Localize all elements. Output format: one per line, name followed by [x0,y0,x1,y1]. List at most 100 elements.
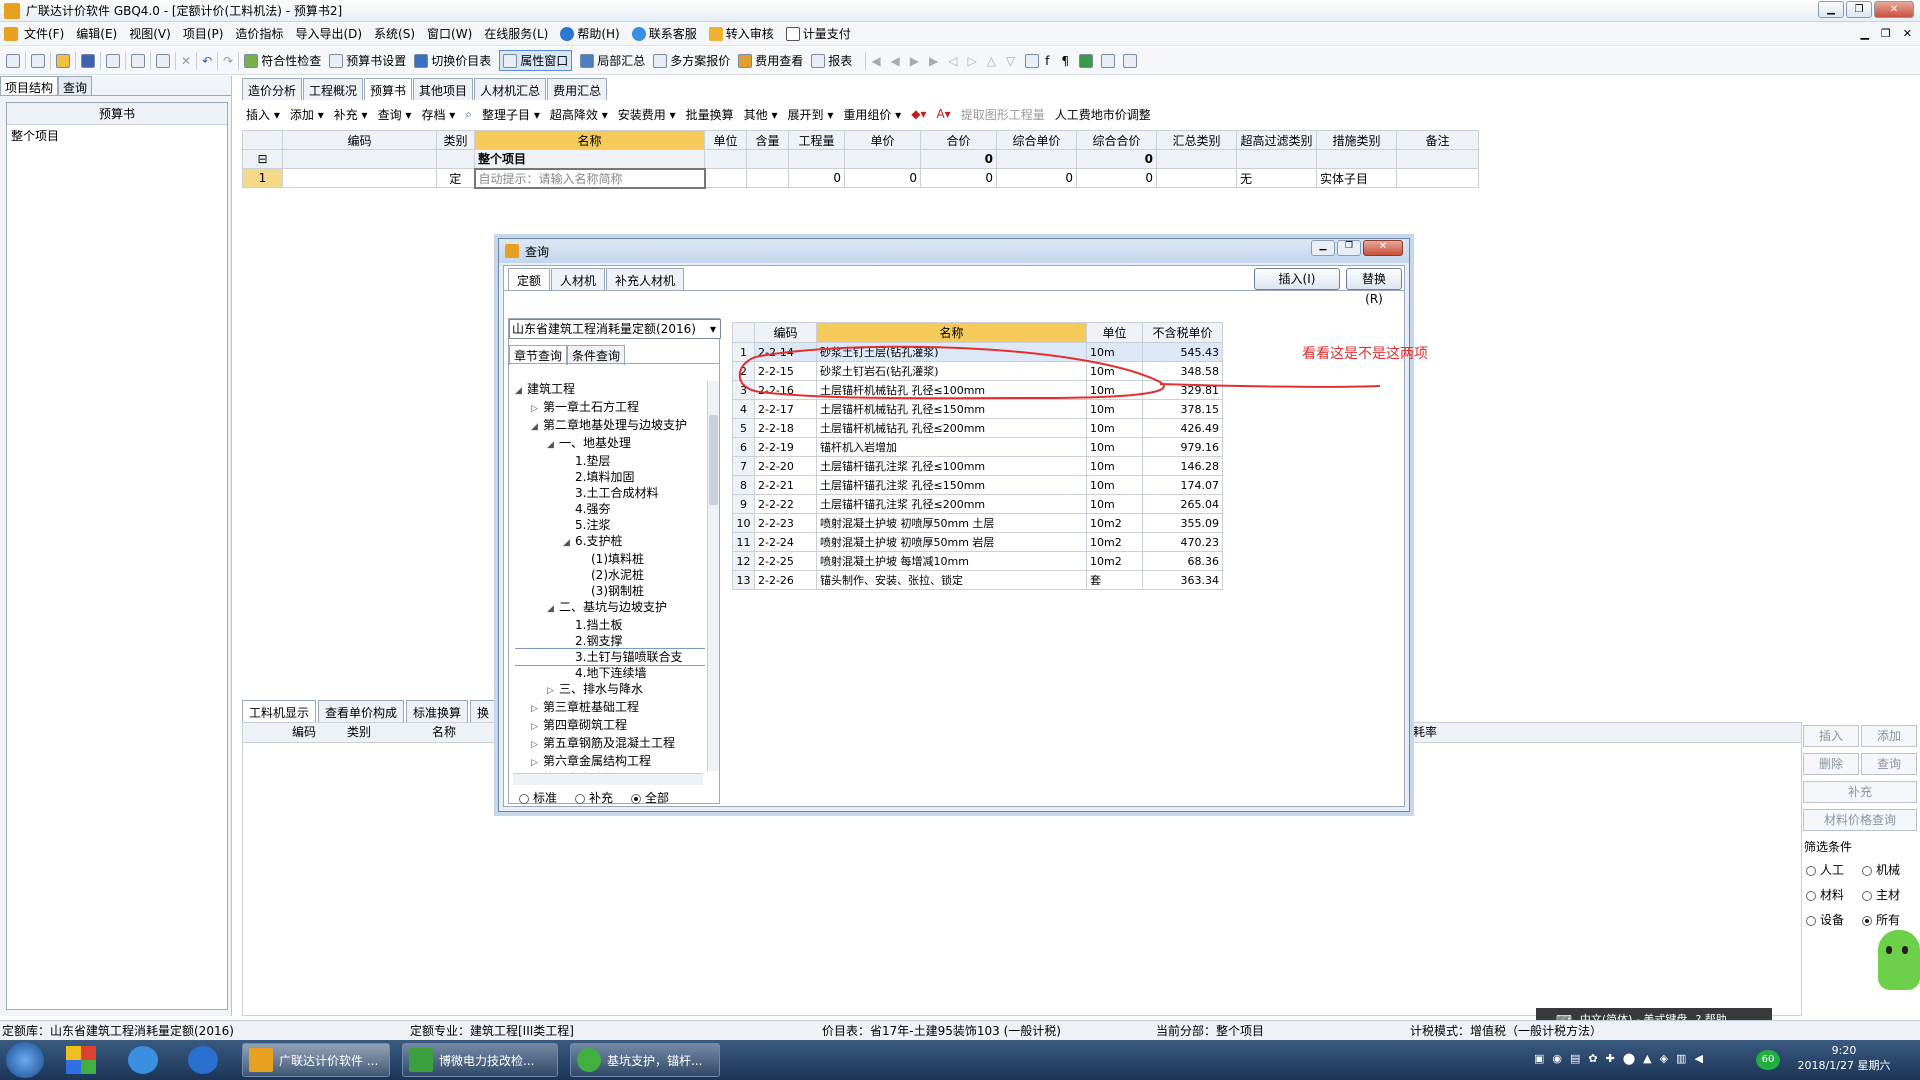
material-price-query-button[interactable]: 材料价格查询 [1803,809,1917,831]
table-row[interactable]: 6 2-2-19 锚杆机入岩增加 10m 979.16 [732,437,1223,457]
menu-file[interactable]: 文件(F) [24,25,64,42]
grid-icon[interactable] [1025,53,1040,68]
replace-button[interactable]: 替换(R) [1346,268,1402,306]
open-icon[interactable] [56,53,70,68]
insert-button[interactable]: 插入(I) [1254,268,1340,290]
tree-item[interactable]: ◢ 一、地基处理 [515,435,705,453]
tree-item[interactable]: 1.挡土板 [515,617,705,633]
menu-import-export[interactable]: 导入导出(D) [295,25,362,42]
expand-icon[interactable]: ▷ [531,701,543,717]
switch-price-table-button[interactable]: 切换价目表 [414,52,491,69]
radio-all[interactable]: 全部 [631,789,669,806]
query-menu[interactable]: 查询 ▾ [378,106,412,123]
tree-item[interactable]: 4.地下连续墙 [515,665,705,681]
dialog-minimize-button[interactable]: ▁ [1311,240,1335,256]
delete-icon[interactable]: ✕ [181,54,191,68]
tree-item[interactable]: 2.填料加固 [515,469,705,485]
menu-project[interactable]: 项目(P) [183,25,224,42]
font-color-icon[interactable]: A▾ [936,107,950,121]
tree-hscrollbar[interactable] [513,773,703,785]
radio-supplement[interactable]: 补充 [575,789,613,806]
dialog-maximize-button[interactable]: ❐ [1337,240,1361,256]
expand-icon[interactable]: ▷ [531,755,543,771]
menu-help[interactable]: 帮助(H) [560,25,620,42]
tree-item[interactable]: ▷ 第六章金属结构工程 [515,753,705,771]
tree-item[interactable]: ▷ 第四章砌筑工程 [515,717,705,735]
report-button[interactable]: 报表 [811,52,852,69]
row-quantity[interactable]: 0 [788,168,845,188]
cost-view-button[interactable]: 费用查看 [738,52,803,69]
filter-material[interactable]: 材料 [1806,886,1862,903]
tab-convert[interactable]: 换 [470,700,497,722]
tree-item[interactable]: ▷ 第五章钢筋及混凝土工程 [515,735,705,753]
move-arrows-icon[interactable]: ◁▷△▽ [948,54,1025,68]
menu-online[interactable]: 在线服务(L) [484,25,548,42]
expand-icon[interactable]: ▷ [531,401,543,417]
tab-cost-summary[interactable]: 费用汇总 [547,78,608,100]
nav-arrows-icon[interactable]: ◀◀▶▶ [871,54,948,68]
tree-item[interactable]: (3)钢制桩 [515,583,705,599]
insert-menu[interactable]: 插入 ▾ [246,106,280,123]
table-row[interactable]: 9 2-2-22 土层锚杆锚孔注浆 孔径≤200mm 10m 265.04 [732,494,1223,514]
menu-window[interactable]: 窗口(W) [427,25,472,42]
tree-item[interactable]: 5.注浆 [515,517,705,533]
mdi-restore-button[interactable]: ❐ [1881,27,1891,40]
collapse-icon[interactable]: ⊟ [242,149,283,169]
tree-item[interactable]: ◢ 6.支护桩 [515,533,705,551]
menu-payment[interactable]: 计量支付 [785,25,851,42]
export-icon[interactable] [1079,53,1094,68]
add-menu[interactable]: 添加 ▾ [290,106,324,123]
organize-menu[interactable]: 整理子目 ▾ [482,106,540,123]
tree-item[interactable]: 3.土钉与锚喷联合支 [515,648,705,666]
table-row[interactable]: 2 2-2-15 砂浆土钉岩石(钻孔灌浆) 10m 348.58 [732,361,1223,381]
tree-item[interactable]: (1)填料桩 [515,551,705,567]
calculator-icon[interactable] [1123,53,1138,68]
minimize-button[interactable]: ▁ [1818,1,1844,18]
close-button[interactable]: ✕ [1874,1,1914,18]
insert-button[interactable]: 插入 [1803,725,1859,747]
tab-other-items[interactable]: 其他项目 [413,78,474,100]
binoculars-icon[interactable]: ⌕ [465,107,472,122]
browser-icon[interactable] [128,1046,158,1074]
row-height-filter[interactable]: 无 [1236,168,1317,188]
other-menu[interactable]: 其他 ▾ [744,106,778,123]
radio-standard[interactable]: 标准 [519,789,557,806]
collapse-icon[interactable]: ◢ [547,601,559,617]
table-row[interactable]: 8 2-2-21 土层锚杆锚孔注浆 孔径≤150mm 10m 174.07 [732,475,1223,495]
tree-item[interactable]: (2)水泥桩 [515,567,705,583]
table-row[interactable]: ⊟ 整个项目 0 0 [242,149,1479,169]
tree-item[interactable]: ◢ 建筑工程 [515,381,705,399]
taskbar-app-bowei[interactable]: 博微电力技改检... [402,1043,558,1077]
tree-item[interactable]: 2.钢支撑 [515,633,705,649]
copy-icon[interactable] [131,53,145,68]
tree-item[interactable]: 3.土工合成材料 [515,485,705,501]
taskbar-app-gbq[interactable]: 广联达计价软件 ... [242,1043,390,1077]
tab-labor-material-machine[interactable]: 人材机 [551,268,606,290]
tab-unit-price-breakdown[interactable]: 查看单价构成 [318,700,405,722]
tree-item[interactable]: ◢ 二、基坑与边坡支护 [515,599,705,617]
tree-item[interactable]: ▷ 第一章土石方工程 [515,399,705,417]
cut-icon[interactable] [106,53,120,68]
height-reduction-menu[interactable]: 超高降效 ▾ [550,106,608,123]
table-row[interactable]: 10 2-2-23 喷射混凝土护坡 初喷厚50mm 土层 10m2 355.09 [732,513,1223,533]
collapse-icon[interactable]: ◢ [547,437,559,453]
paragraph-icon[interactable]: ¶ [1061,54,1069,68]
filter-labor[interactable]: 人工 [1806,861,1862,878]
menu-view[interactable]: 视图(V) [129,25,171,42]
table-row[interactable]: 3 2-2-16 土层锚杆机械钻孔 孔径≤100mm 10m 329.81 [732,380,1223,400]
tree-item[interactable]: 4.强夯 [515,501,705,517]
taskbar-app-chat[interactable]: 基坑支护，锚杆... [570,1043,720,1077]
maximize-button[interactable]: ❐ [1846,1,1872,18]
reuse-pricing-menu[interactable]: 重用组价 ▾ [843,106,901,123]
table-row[interactable]: 1 定 自动提示：请输入名称简称 0 0 0 0 0 无 实体子目 [242,167,1479,189]
dialog-titlebar[interactable]: 查询 ▁ ❐ ✕ [499,239,1409,263]
badge-icon[interactable]: 60 [1756,1050,1780,1070]
tree-item[interactable]: 1.垫层 [515,453,705,469]
query-button[interactable]: 查询 [1861,753,1917,775]
delete-button[interactable]: 删除 [1803,753,1859,775]
tray-icons[interactable]: ▣◉▤✿✚⬤▲◈▥◀ [1534,1052,1711,1065]
undo-icon[interactable]: ↶ [202,54,212,68]
mascot-icon[interactable] [1874,920,1920,1000]
tab-cost-analysis[interactable]: 造价分析 [242,78,303,100]
labor-price-adjust-button[interactable]: 人工费地市价调整 [1055,106,1151,123]
